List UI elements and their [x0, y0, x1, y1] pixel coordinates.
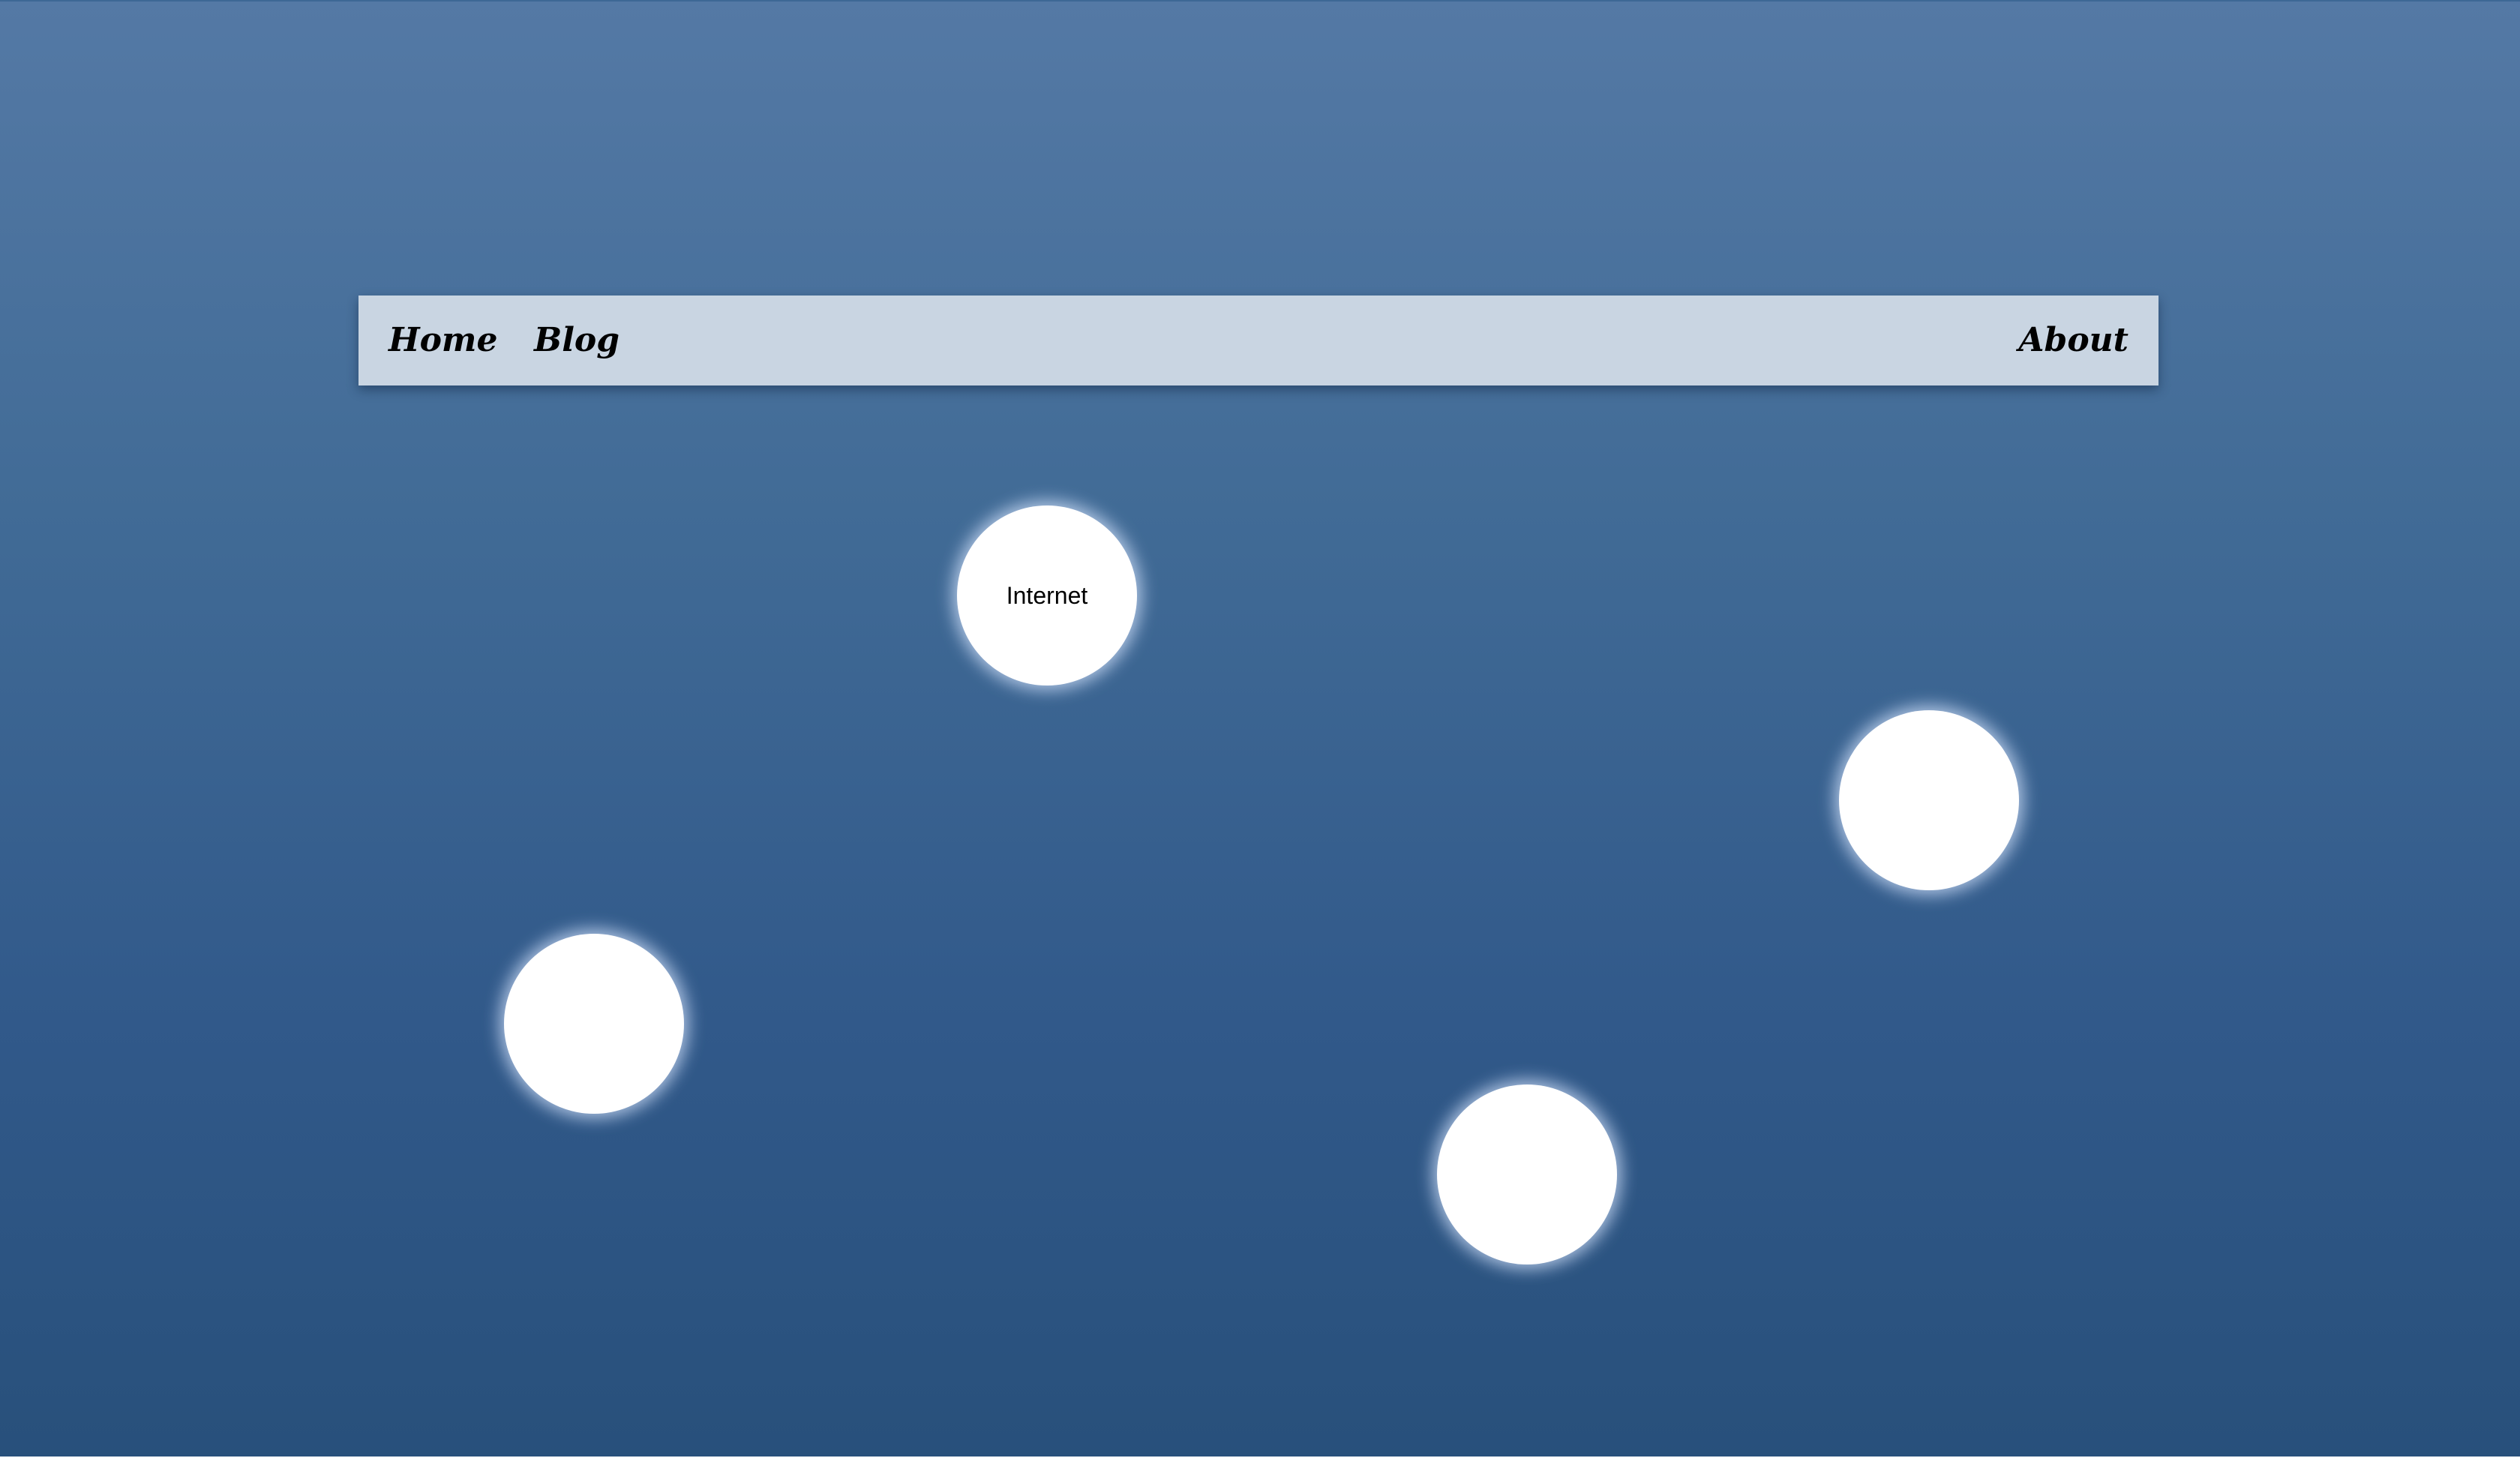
navbar: Home Blog About — [358, 296, 2158, 386]
nav-link-blog[interactable]: Blog — [534, 296, 620, 386]
bubble[interactable] — [1839, 710, 2019, 890]
bubble-label: Internet — [1006, 581, 1088, 609]
bubble[interactable] — [1437, 1084, 1617, 1264]
nav-link-about[interactable]: About — [2018, 296, 2128, 386]
bubble[interactable] — [504, 934, 684, 1114]
nav-link-home[interactable]: Home — [388, 296, 497, 386]
bubble-internet[interactable]: Internet — [957, 506, 1137, 686]
top-border — [0, 0, 2520, 2]
